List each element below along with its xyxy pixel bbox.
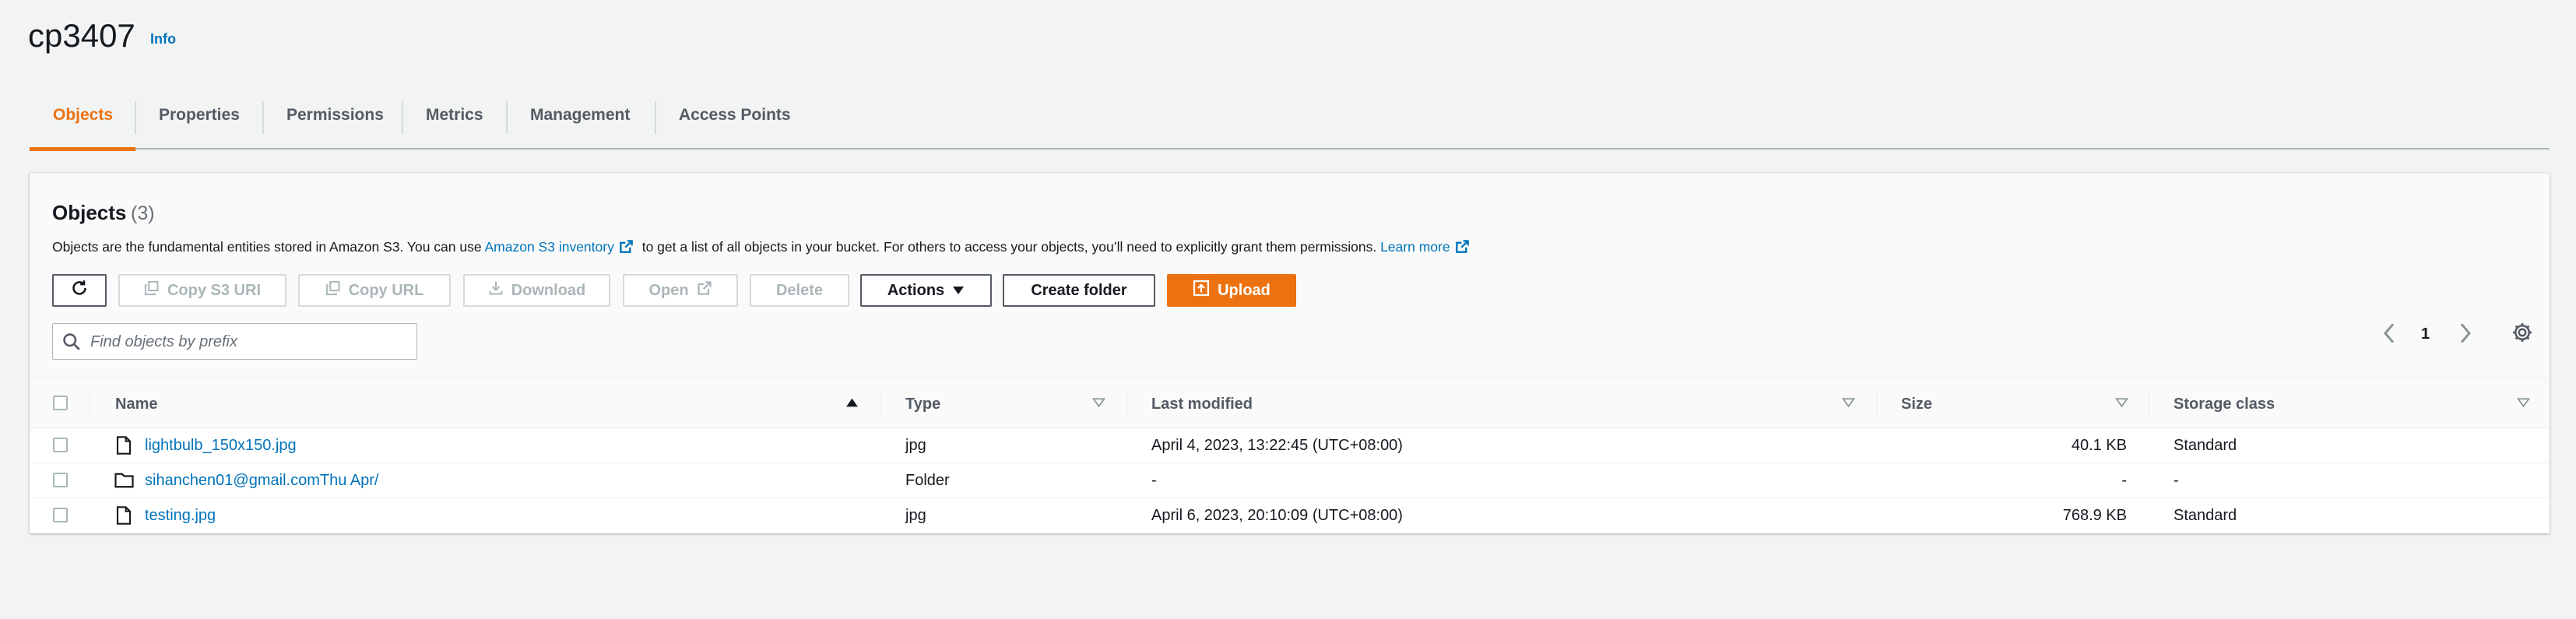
object-type: jpg <box>905 437 926 454</box>
folder-icon <box>114 472 134 493</box>
tab-metrics[interactable]: Metrics <box>402 93 507 149</box>
next-page-button[interactable] <box>2458 322 2473 349</box>
chevron-right-icon <box>2458 323 2473 348</box>
table-row[interactable]: lightbulb_150x150.jpg jpg April 4, 2023,… <box>30 428 2550 463</box>
copy-icon <box>144 280 160 301</box>
table-row[interactable]: testing.jpg jpg April 6, 2023, 20:10:09 … <box>30 498 2550 533</box>
object-type: Folder <box>905 472 950 489</box>
object-last-modified: April 6, 2023, 20:10:09 (UTC+08:00) <box>1151 507 1403 524</box>
description-text: to get a list of all objects in your buc… <box>638 239 1381 255</box>
caret-down-icon <box>952 282 965 300</box>
object-name-link[interactable]: testing.jpg <box>145 507 216 525</box>
object-storage-class: Standard <box>2174 507 2237 524</box>
chevron-left-icon <box>2381 323 2397 348</box>
tab-bar: Objects Properties Permissions Metrics M… <box>30 93 2550 151</box>
upload-label: Upload <box>1218 281 1270 299</box>
download-icon <box>488 280 504 301</box>
column-header-name[interactable]: Name <box>115 396 157 413</box>
sort-icon[interactable] <box>1841 397 1856 412</box>
objects-description: Objects are the fundamental entities sto… <box>52 239 1474 258</box>
sort-icon[interactable] <box>1091 397 1106 412</box>
upload-button[interactable]: Upload <box>1167 274 1296 307</box>
object-storage-class: - <box>2174 472 2179 489</box>
tab-properties[interactable]: Properties <box>135 93 263 149</box>
tab-objects[interactable]: Objects <box>30 93 136 149</box>
previous-page-button[interactable] <box>2381 322 2397 349</box>
row-checkbox[interactable] <box>53 473 68 487</box>
file-icon <box>115 436 132 459</box>
object-size: 768.9 KB <box>2062 507 2127 524</box>
search-icon <box>62 332 81 355</box>
copy-url-button[interactable]: Copy URL <box>298 274 451 307</box>
sort-ascending-icon[interactable] <box>845 397 859 412</box>
create-folder-label: Create folder <box>1031 281 1127 299</box>
object-storage-class: Standard <box>2174 437 2237 454</box>
copy-url-label: Copy URL <box>348 281 424 299</box>
copy-s3-uri-button[interactable]: Copy S3 URI <box>118 274 286 307</box>
upload-icon <box>1193 280 1210 301</box>
object-type: jpg <box>905 507 926 524</box>
open-button[interactable]: Open <box>623 274 738 307</box>
tab-access-points[interactable]: Access Points <box>655 93 814 149</box>
row-checkbox[interactable] <box>53 508 68 522</box>
table-header: Name Type Last modified Size Storage cla… <box>30 378 2550 428</box>
object-name-link[interactable]: lightbulb_150x150.jpg <box>145 437 297 455</box>
object-last-modified: April 4, 2023, 13:22:45 (UTC+08:00) <box>1151 437 1403 454</box>
column-header-storage-class[interactable]: Storage class <box>2174 396 2275 413</box>
delete-button[interactable]: Delete <box>750 274 849 307</box>
tab-permissions[interactable]: Permissions <box>263 93 407 149</box>
column-header-type[interactable]: Type <box>905 396 940 413</box>
object-last-modified: - <box>1151 472 1157 489</box>
create-folder-button[interactable]: Create folder <box>1003 274 1155 307</box>
refresh-button[interactable] <box>52 274 107 307</box>
column-divider <box>881 391 882 417</box>
search-box <box>52 323 417 360</box>
actions-dropdown[interactable]: Actions <box>860 274 992 307</box>
select-all-checkbox[interactable] <box>53 396 68 410</box>
copy-icon <box>325 280 341 301</box>
external-link-icon <box>697 280 712 301</box>
row-checkbox[interactable] <box>53 438 68 452</box>
column-divider <box>1876 391 1877 417</box>
current-page-number[interactable]: 1 <box>2421 325 2430 343</box>
external-link-icon <box>1455 239 1470 258</box>
active-tab-indicator <box>30 147 135 151</box>
info-link[interactable]: Info <box>150 31 176 47</box>
open-label: Open <box>648 281 689 299</box>
column-header-size[interactable]: Size <box>1901 396 1932 413</box>
objects-panel: Objects (3) Objects are the fundamental … <box>30 173 2550 533</box>
objects-count: (3) <box>131 202 155 224</box>
actions-label: Actions <box>887 281 945 299</box>
description-text: Objects are the fundamental entities sto… <box>52 239 485 255</box>
object-size: - <box>2121 472 2127 489</box>
external-link-icon <box>619 239 634 258</box>
tab-management[interactable]: Management <box>507 93 653 149</box>
download-button[interactable]: Download <box>463 274 610 307</box>
sort-icon[interactable] <box>2516 397 2531 412</box>
object-size: 40.1 KB <box>2071 437 2127 454</box>
objects-title: Objects <box>52 201 127 224</box>
object-name-link[interactable]: sihanchen01@gmail.comThu Apr/ <box>145 472 378 490</box>
s3-inventory-link[interactable]: Amazon S3 inventory <box>485 239 614 255</box>
column-header-last-modified[interactable]: Last modified <box>1151 396 1253 413</box>
preferences-button[interactable] <box>2511 321 2534 348</box>
download-label: Download <box>511 281 586 299</box>
learn-more-link[interactable]: Learn more <box>1380 239 1450 255</box>
sort-icon[interactable] <box>2114 397 2129 412</box>
file-icon <box>115 506 132 529</box>
table-row[interactable]: sihanchen01@gmail.comThu Apr/ Folder - -… <box>30 463 2550 498</box>
search-input[interactable] <box>90 332 402 352</box>
copy-s3-uri-label: Copy S3 URI <box>167 281 262 299</box>
bucket-name: cp3407 <box>28 17 135 54</box>
column-divider <box>1126 391 1127 417</box>
refresh-icon <box>70 279 89 302</box>
delete-label: Delete <box>775 281 824 299</box>
gear-icon <box>2511 323 2534 347</box>
